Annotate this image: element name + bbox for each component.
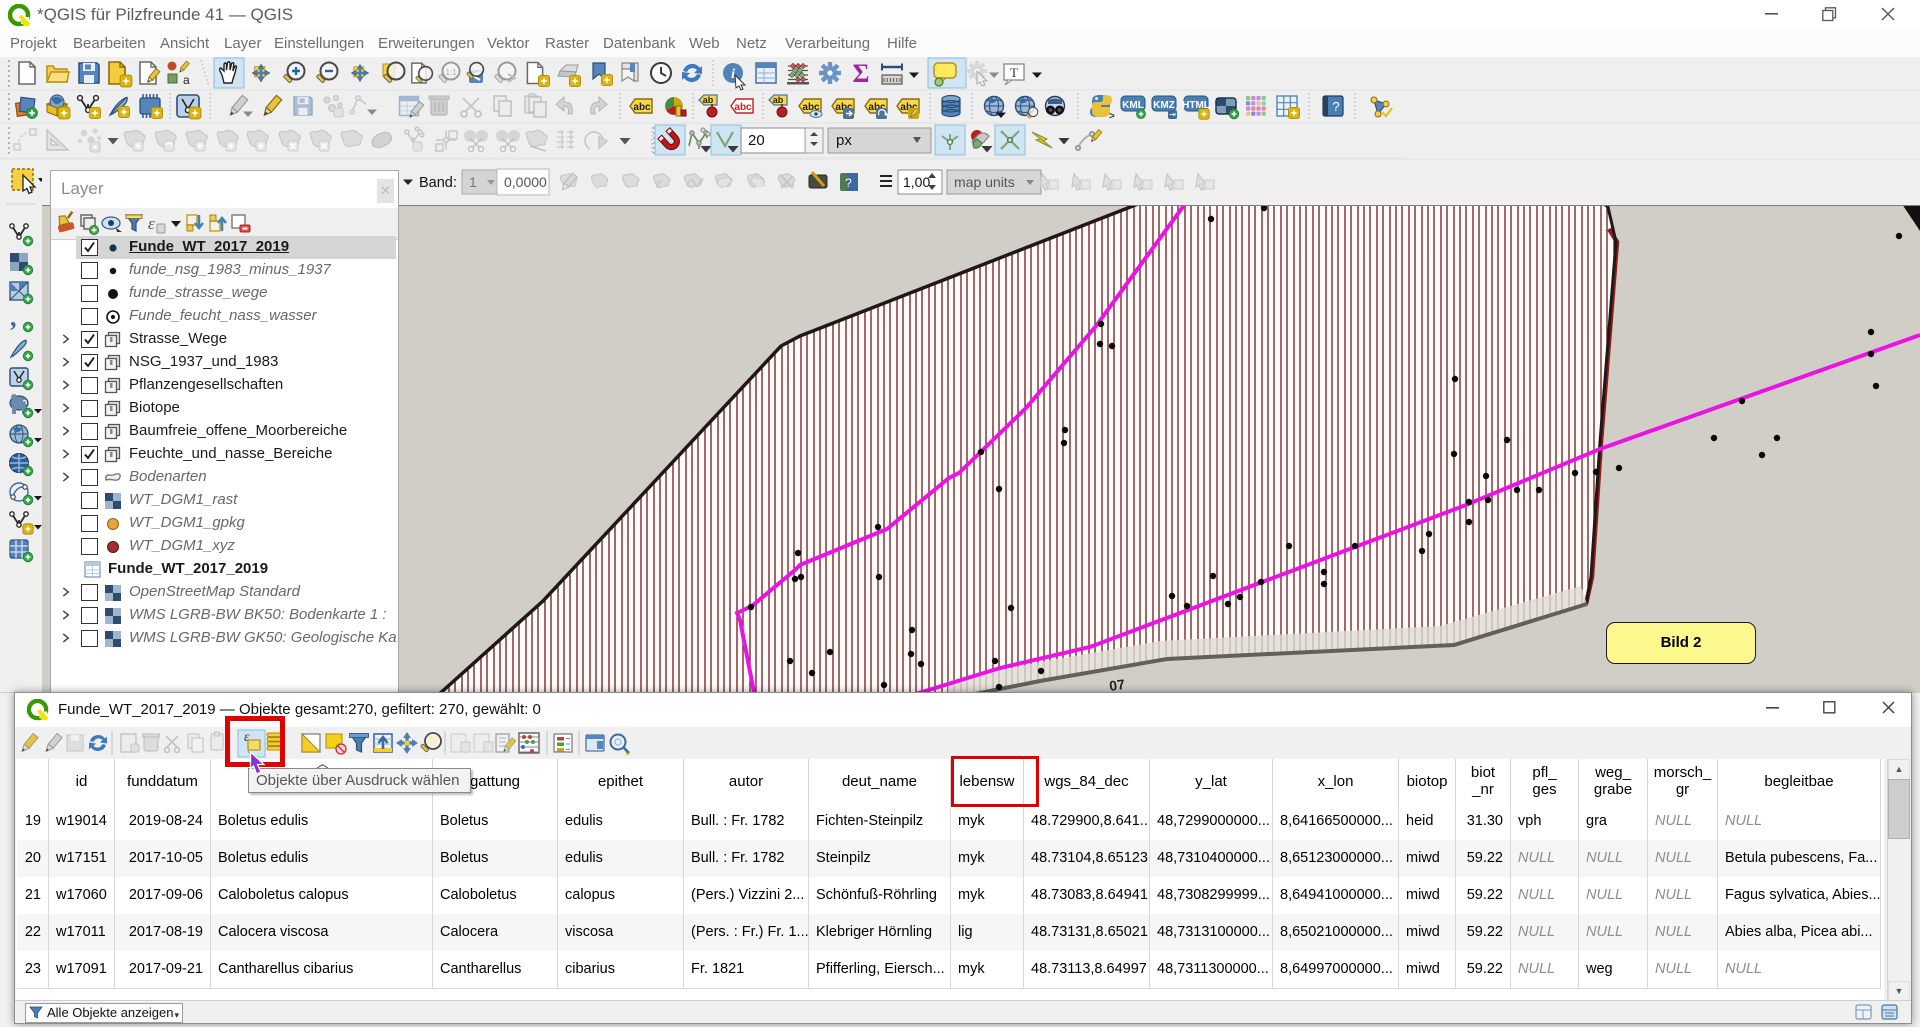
svg-text:abc: abc	[633, 102, 651, 113]
svg-text:abc: abc	[734, 102, 752, 113]
svg-text:Band:: Band:	[419, 175, 457, 191]
svg-text:1: 1	[469, 174, 477, 190]
svg-text:ab: ab	[773, 95, 784, 105]
svg-text:20: 20	[748, 132, 765, 149]
svg-text:ab: ab	[703, 95, 714, 105]
svg-text:T: T	[1010, 65, 1018, 80]
svg-text:07: 07	[1108, 676, 1126, 693]
svg-text:map units: map units	[954, 174, 1015, 190]
svg-text:Σ: Σ	[853, 59, 870, 88]
svg-text:1:1: 1:1	[445, 68, 457, 77]
svg-text:1,00: 1,00	[903, 174, 930, 190]
svg-text:⇥: ⇥	[1169, 110, 1176, 119]
svg-text:,: ,	[10, 303, 17, 332]
svg-text:i: i	[731, 67, 735, 82]
svg-text:>: >	[1109, 111, 1115, 122]
svg-text:0,0000: 0,0000	[504, 174, 547, 190]
svg-text:px: px	[836, 132, 852, 149]
svg-text:?: ?	[1332, 99, 1339, 114]
svg-text:ε: ε	[148, 214, 155, 233]
svg-text:?: ?	[845, 176, 852, 190]
svg-text:a: a	[183, 73, 190, 87]
svg-text:ε: ε	[656, 175, 663, 192]
